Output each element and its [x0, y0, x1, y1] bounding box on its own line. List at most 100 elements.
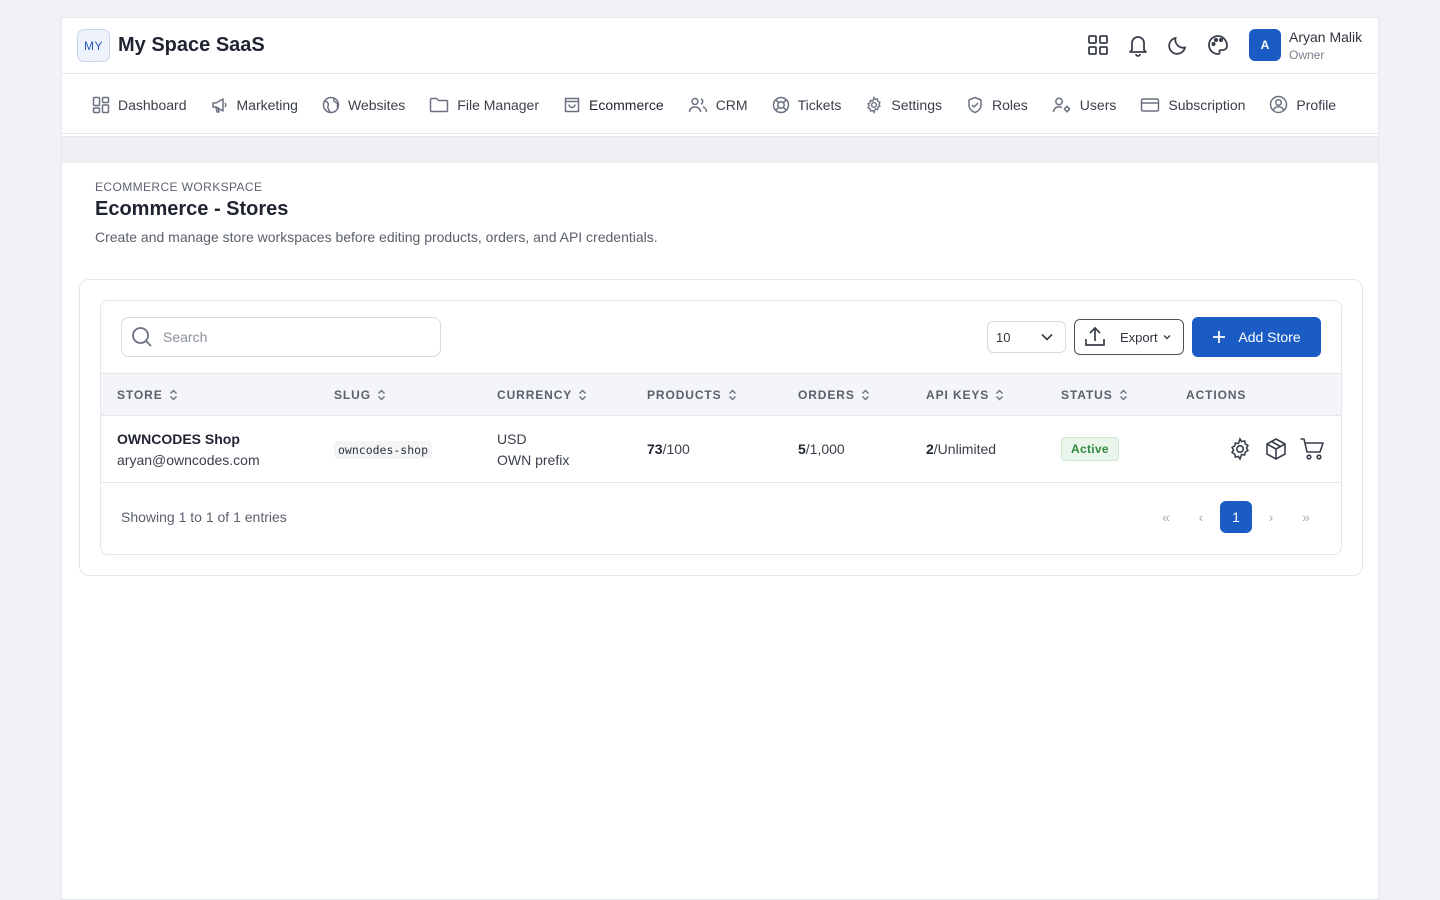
cell-status: Active — [1045, 416, 1170, 483]
nav-item-tickets[interactable]: Tickets — [760, 75, 854, 133]
nav-item-file-manager[interactable]: File Manager — [417, 75, 551, 133]
stores-table-panel: 10 Export Add Store STORE SLUG CURRENCY — [100, 300, 1342, 555]
nav-item-subscription[interactable]: Subscription — [1128, 75, 1257, 133]
page-title: Ecommerce - Stores — [95, 198, 289, 220]
store-email: aryan@owncodes.com — [117, 451, 260, 468]
status-badge: Active — [1061, 437, 1119, 461]
orders-used: 5 — [798, 441, 806, 457]
shield-icon — [968, 96, 982, 113]
add-store-label: Add Store — [1238, 329, 1301, 345]
column-store[interactable]: STORE — [101, 373, 318, 416]
column-api-keys[interactable]: API KEYS — [910, 373, 1045, 416]
products-limit: /100 — [662, 441, 690, 457]
gear-icon — [867, 95, 882, 114]
store-orders-button[interactable] — [1299, 436, 1325, 462]
nav-item-roles[interactable]: Roles — [954, 75, 1040, 133]
currency-code: USD — [497, 430, 527, 447]
pagination: « ‹ 1 › » — [1150, 501, 1322, 533]
api-keys-used: 2 — [926, 441, 934, 457]
column-slug[interactable]: SLUG — [318, 373, 481, 416]
dashboard-icon — [92, 96, 110, 113]
nav-item-users[interactable]: Users — [1040, 75, 1129, 133]
user-name[interactable]: Aryan Malik — [1289, 29, 1362, 45]
cell-actions — [1170, 416, 1341, 483]
first-page-button[interactable]: « — [1150, 501, 1182, 533]
cell-currency: USD OWN prefix — [481, 416, 631, 483]
nav-item-websites[interactable]: Websites — [310, 75, 417, 133]
sort-icon — [728, 389, 736, 400]
globe-icon — [322, 96, 340, 113]
nav-label: Ecommerce — [589, 96, 664, 113]
nav-label: Tickets — [797, 96, 842, 113]
next-page-button[interactable]: › — [1255, 501, 1287, 533]
nav-label: Roles — [992, 96, 1028, 113]
column-products[interactable]: PRODUCTS — [631, 373, 782, 416]
page-size-value: 10 — [996, 329, 1011, 345]
users-icon — [688, 97, 707, 112]
table-row[interactable]: OWNCODES Shop aryan@owncodes.com owncode… — [101, 416, 1341, 483]
store-slug: owncodes-shop — [334, 441, 433, 459]
user-role: Owner — [1289, 48, 1325, 62]
app-title: My Space SaaS — [118, 34, 265, 56]
products-used: 73 — [647, 441, 663, 457]
nav-item-marketing[interactable]: Marketing — [199, 75, 310, 133]
page-size-select[interactable]: 10 — [987, 321, 1066, 353]
table-header-row: STORE SLUG CURRENCY PRODUCTS ORDERS API … — [101, 373, 1341, 416]
store-products-button[interactable] — [1263, 436, 1289, 462]
gear-icon — [1231, 437, 1249, 461]
nav-label: Settings — [891, 96, 942, 113]
nav-item-settings[interactable]: Settings — [853, 75, 954, 133]
page-description: Create and manage store workspaces befor… — [95, 229, 658, 245]
nav-item-dashboard[interactable]: Dashboard — [80, 75, 199, 133]
nav-item-crm[interactable]: CRM — [676, 75, 760, 133]
nav-label: CRM — [715, 96, 748, 113]
app-logo[interactable]: MY — [77, 29, 110, 62]
entries-summary: Showing 1 to 1 of 1 entries — [121, 509, 287, 525]
sort-icon — [1119, 389, 1127, 400]
nav-item-ecommerce[interactable]: Ecommerce — [551, 75, 676, 133]
nav-label: Profile — [1296, 96, 1337, 113]
store-settings-button[interactable] — [1227, 436, 1253, 462]
prev-page-button[interactable]: ‹ — [1185, 501, 1217, 533]
main-nav: Dashboard Marketing Websites File Manage… — [62, 75, 1378, 134]
stores-card: 10 Export Add Store STORE SLUG CURRENCY — [79, 279, 1363, 576]
export-button[interactable]: Export — [1074, 319, 1184, 355]
cell-orders: 5/1,000 — [782, 416, 910, 483]
upload-icon — [1085, 326, 1105, 346]
column-currency[interactable]: CURRENCY — [481, 373, 631, 416]
cell-api-keys: 2/Unlimited — [910, 416, 1045, 483]
app-shell: MY My Space SaaS A Aryan Malik Owner Das… — [61, 17, 1379, 900]
page-1-button[interactable]: 1 — [1220, 501, 1252, 533]
nav-label: Users — [1079, 96, 1117, 113]
apps-grid-icon[interactable] — [1086, 32, 1110, 58]
avatar[interactable]: A — [1249, 29, 1281, 61]
last-page-button[interactable]: » — [1290, 501, 1322, 533]
user-cog-icon — [1052, 97, 1070, 112]
chevron-down-icon — [1163, 335, 1171, 340]
search-box — [121, 317, 441, 357]
chevron-down-icon — [1041, 333, 1053, 341]
column-status[interactable]: STATUS — [1045, 373, 1170, 416]
moon-icon[interactable] — [1166, 32, 1190, 58]
search-icon — [132, 327, 152, 347]
cell-products: 73/100 — [631, 416, 782, 483]
nav-label: Websites — [347, 96, 406, 113]
page-kicker: ECOMMERCE WORKSPACE — [95, 180, 263, 194]
cell-store: OWNCODES Shop aryan@owncodes.com — [101, 416, 318, 483]
nav-item-profile[interactable]: Profile — [1257, 75, 1348, 133]
column-actions: ACTIONS — [1170, 373, 1341, 416]
nav-label: Subscription — [1168, 96, 1246, 113]
bell-icon[interactable] — [1126, 32, 1150, 58]
stores-table: STORE SLUG CURRENCY PRODUCTS ORDERS API … — [101, 373, 1341, 483]
add-store-button[interactable]: Add Store — [1192, 317, 1321, 357]
sort-icon — [169, 389, 177, 400]
sort-icon — [377, 389, 385, 400]
search-input[interactable] — [163, 329, 423, 345]
nav-label: Dashboard — [118, 96, 187, 113]
palette-icon[interactable] — [1206, 32, 1230, 58]
store-name[interactable]: OWNCODES Shop — [117, 431, 318, 447]
export-label: Export — [1120, 329, 1158, 345]
cart-icon — [1300, 438, 1324, 460]
column-orders[interactable]: ORDERS — [782, 373, 910, 416]
sort-icon — [579, 389, 587, 400]
